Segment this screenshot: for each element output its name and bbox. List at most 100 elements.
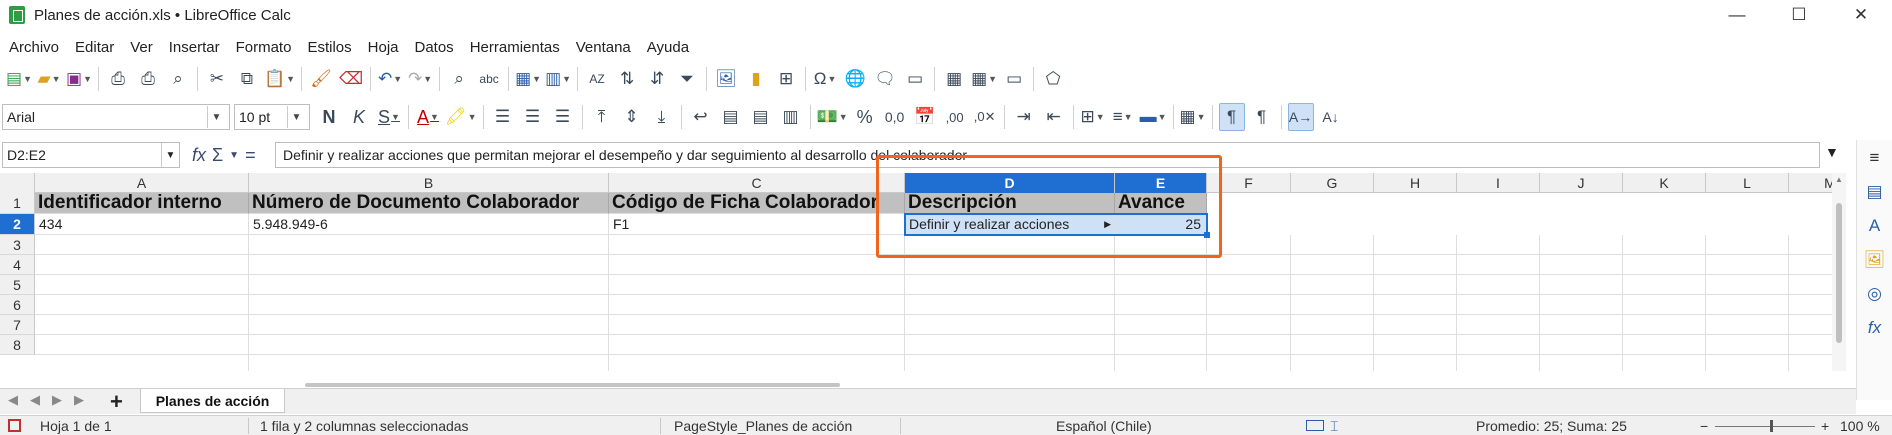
select-all-corner[interactable] <box>0 173 35 193</box>
column-icon[interactable]: ▥ ▼ <box>545 65 571 93</box>
vertical-scrollbar-thumb[interactable] <box>1836 203 1842 343</box>
column-header-b[interactable]: B <box>249 173 609 193</box>
chevron-down-icon[interactable]: ▼ <box>161 143 179 167</box>
scroll-up-icon[interactable]: ▲ <box>1835 175 1843 184</box>
formula-input[interactable]: Definir y realizar acciones que permitan… <box>275 142 1820 168</box>
menu-ventana[interactable]: Ventana <box>569 39 640 56</box>
center-vertically-icon[interactable]: ⇕ <box>619 103 645 131</box>
menu-herramientas[interactable]: Herramientas <box>463 39 569 56</box>
decrease-indent-icon[interactable]: ⇤ <box>1041 103 1067 131</box>
column-header-a[interactable]: A <box>35 173 249 193</box>
last-sheet-icon[interactable]: ▶ <box>74 392 84 408</box>
bold-icon[interactable]: N <box>316 103 342 131</box>
right-to-left-icon[interactable]: ¶ <box>1249 103 1275 131</box>
menu-datos[interactable]: Datos <box>408 39 463 56</box>
row-header-7[interactable]: 7 <box>0 315 35 335</box>
sum-average[interactable]: Promedio: 25; Suma: 25 <box>1476 418 1627 434</box>
gallery-icon[interactable]: 🖼 <box>1863 248 1887 272</box>
add-sheet-button[interactable]: + <box>110 389 123 415</box>
font-size-box[interactable]: 10 pt ▼ <box>234 104 310 130</box>
column-header-g[interactable]: G <box>1291 173 1374 193</box>
first-sheet-icon[interactable]: ◀ <box>8 392 18 408</box>
formula-icon[interactable]: = <box>245 145 256 166</box>
menu-insertar[interactable]: Insertar <box>162 39 229 56</box>
date-format-icon[interactable]: 📅 <box>912 103 938 131</box>
row-header-3[interactable]: 3 <box>0 235 35 255</box>
chevron-down-icon[interactable]: ▼ <box>207 106 225 128</box>
row-icon[interactable]: ▦ ▼ <box>515 65 541 93</box>
sort-descending-icon[interactable]: ⇵ <box>644 65 670 93</box>
clone-formatting-icon[interactable]: 🖌 <box>308 65 334 93</box>
properties-icon[interactable]: ▤ <box>1863 180 1887 204</box>
split-window-icon[interactable]: ▭ <box>1001 65 1027 93</box>
clear-formatting-icon[interactable]: ⌫ <box>338 65 364 93</box>
row-header-8[interactable]: 8 <box>0 335 35 355</box>
print-preview-icon[interactable]: ⌕ <box>165 65 191 93</box>
column-header-c[interactable]: C <box>609 173 905 193</box>
copy-icon[interactable]: ⧉ <box>234 65 260 93</box>
sum-icon[interactable]: Σ <box>212 145 223 166</box>
menu-editar[interactable]: Editar <box>68 39 123 56</box>
align-left-icon[interactable]: ☰ <box>490 103 516 131</box>
column-header-h[interactable]: H <box>1374 173 1457 193</box>
wrap-text-icon[interactable]: ↩ <box>688 103 714 131</box>
italic-icon[interactable]: K <box>346 103 372 131</box>
font-color-icon[interactable]: A ▼ <box>415 103 441 131</box>
row-header-6[interactable]: 6 <box>0 295 35 315</box>
cell-d2[interactable]: Definir y realizar acciones ▶ <box>905 214 1115 235</box>
selection-mode-icon[interactable] <box>1306 420 1324 431</box>
language[interactable]: Español (Chile) <box>1056 418 1152 434</box>
sort-icon[interactable]: AZ <box>584 65 610 93</box>
freeze-rows-icon[interactable]: ▦ ▼ <box>971 65 997 93</box>
cut-icon[interactable]: ✂ <box>204 65 230 93</box>
pivot-table-icon[interactable]: ⊞ <box>773 65 799 93</box>
unmerge-cells-icon[interactable]: ▥ <box>778 103 804 131</box>
zoom-slider-knob[interactable] <box>1770 420 1773 432</box>
menu-hoja[interactable]: Hoja <box>361 39 408 56</box>
cell-b1[interactable]: Número de Documento Colaborador <box>249 193 609 214</box>
maximize-button[interactable]: ☐ <box>1768 0 1830 30</box>
align-bottom-icon[interactable]: ⤓ <box>649 103 675 131</box>
fill-handle[interactable] <box>1204 232 1210 238</box>
styles-icon[interactable]: A <box>1863 214 1887 238</box>
zoom-out-icon[interactable]: − <box>1700 418 1708 434</box>
menu-estilos[interactable]: Estilos <box>300 39 360 56</box>
border-color-icon[interactable]: ▬ ▼ <box>1140 103 1167 131</box>
find-replace-icon[interactable]: ⌕ <box>446 65 472 93</box>
cell-a2[interactable]: 434 <box>35 214 249 235</box>
minimize-button[interactable]: — <box>1706 0 1768 30</box>
paste-icon[interactable]: 📋 ▼ <box>264 65 295 93</box>
undo-icon[interactable]: ↶ ▼ <box>377 65 403 93</box>
menu-ver[interactable]: Ver <box>123 39 162 56</box>
functions-icon[interactable]: fx <box>1863 316 1887 340</box>
border-style-icon[interactable]: ≡ ▼ <box>1110 103 1136 131</box>
print-icon[interactable]: ⎙ <box>135 65 161 93</box>
hyperlink-icon[interactable]: 🌐 <box>842 65 868 93</box>
align-right-icon[interactable]: ☰ <box>550 103 576 131</box>
merge-center-icon[interactable]: ▤ <box>718 103 744 131</box>
cell-c1[interactable]: Código de Ficha Colaborador <box>609 193 905 214</box>
redo-icon[interactable]: ↷ ▼ <box>407 65 433 93</box>
add-decimal-icon[interactable]: ,00 <box>942 103 968 131</box>
chevron-down-icon[interactable]: ▼ <box>287 106 305 128</box>
export-pdf-icon[interactable]: ⎙ <box>105 65 131 93</box>
zoom-level[interactable]: 100 % <box>1840 418 1880 434</box>
hamburger-menu-icon[interactable]: ≡ <box>1863 146 1887 170</box>
column-header-m[interactable]: M <box>1789 173 1832 193</box>
cell-e2[interactable]: 25 <box>1115 214 1207 235</box>
previous-sheet-icon[interactable]: ◀ <box>30 392 40 408</box>
font-name-box[interactable]: Arial ▼ <box>2 104 230 130</box>
new-document-icon[interactable]: ▤ ▼ <box>6 65 32 93</box>
row-header-4[interactable]: 4 <box>0 255 35 275</box>
delete-decimal-icon[interactable]: ,0✕ <box>972 103 998 131</box>
column-header-j[interactable]: J <box>1540 173 1623 193</box>
cell-e1[interactable]: Avance <box>1115 193 1207 214</box>
horizontal-scrollbar-thumb[interactable] <box>305 383 840 387</box>
spelling-icon[interactable]: abc <box>476 65 502 93</box>
close-button[interactable]: ✕ <box>1830 0 1892 30</box>
highlight-color-icon[interactable]: 🖍 ▼ <box>445 103 477 131</box>
autofilter-icon[interactable]: ⏷ <box>674 65 700 93</box>
underline-icon[interactable]: S ▼ <box>376 103 402 131</box>
column-header-d[interactable]: D <box>905 173 1115 193</box>
chevron-down-icon[interactable]: ▼ <box>229 150 239 161</box>
